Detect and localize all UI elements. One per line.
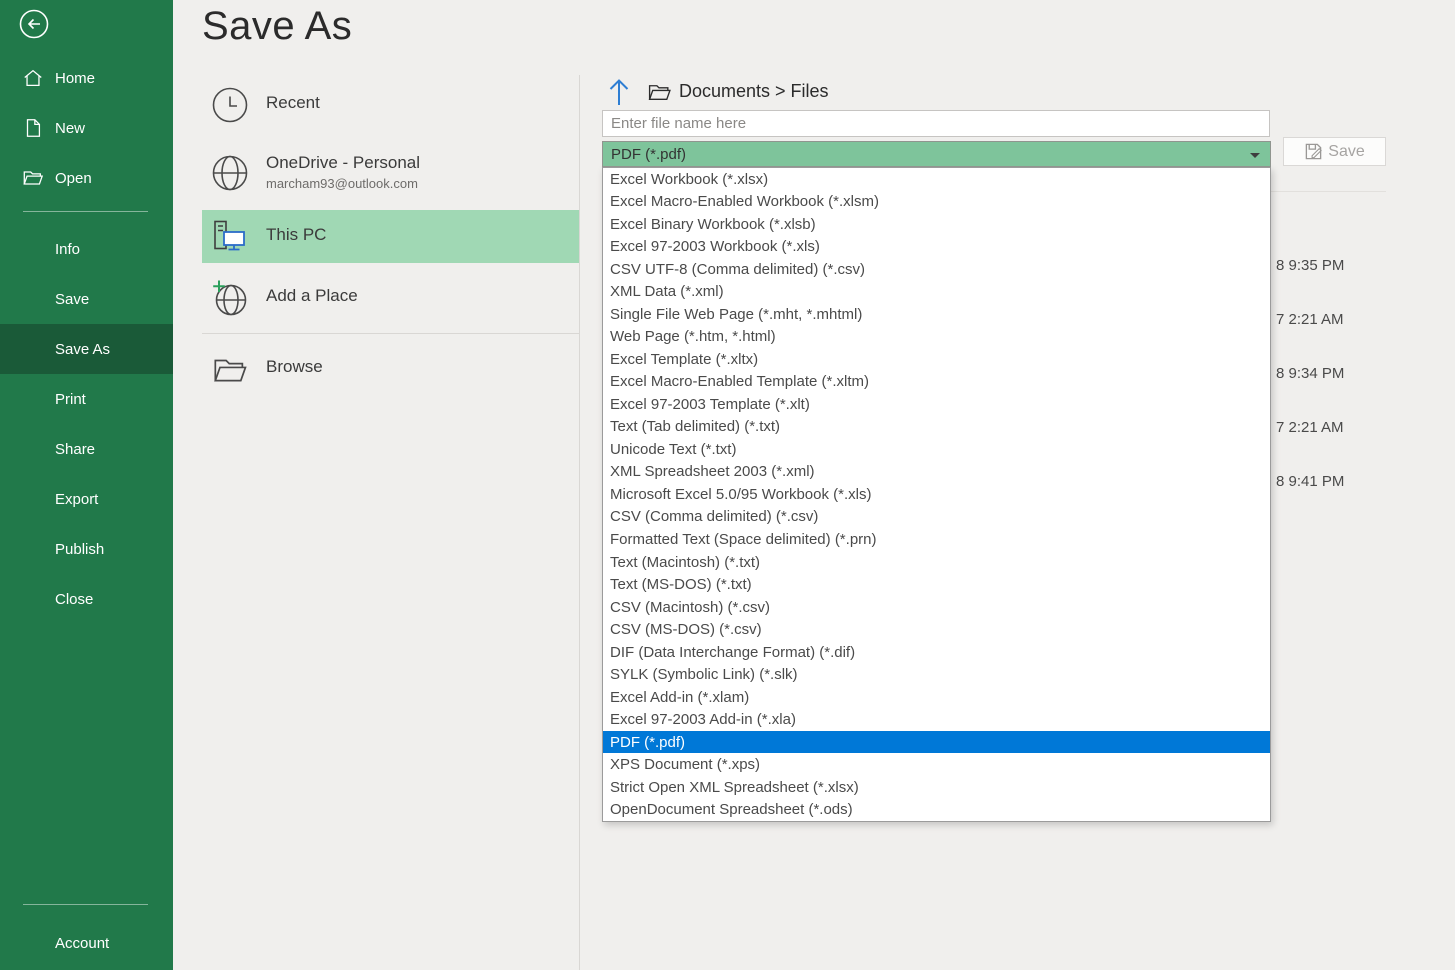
file-modified-time: 8 9:34 PM <box>1276 365 1345 382</box>
filetype-option[interactable]: Excel Template (*.xltx) <box>603 348 1270 371</box>
filetype-option[interactable]: Excel Add-in (*.xlam) <box>603 686 1270 709</box>
location-label: This PC <box>266 225 327 244</box>
filetype-option[interactable]: CSV (Macintosh) (*.csv) <box>603 596 1270 619</box>
filename-input[interactable] <box>602 110 1270 137</box>
save-button[interactable]: Save <box>1283 137 1386 166</box>
save-disk-icon <box>1304 142 1323 161</box>
sidebar-item-save-as[interactable]: Save As <box>0 324 173 374</box>
filetype-option[interactable]: CSV UTF-8 (Comma delimited) (*.csv) <box>603 258 1270 281</box>
up-arrow-icon <box>606 77 632 107</box>
back-button[interactable] <box>18 8 50 40</box>
open-folder-icon <box>22 167 44 189</box>
breadcrumb-folder-icon <box>647 81 672 103</box>
save-button-label: Save <box>1328 142 1365 160</box>
folder-icon <box>211 352 249 386</box>
filetype-option[interactable]: Excel Macro-Enabled Template (*.xltm) <box>603 371 1270 394</box>
file-modified-time: 8 9:41 PM <box>1276 473 1345 490</box>
filetype-option[interactable]: XML Data (*.xml) <box>603 281 1270 304</box>
filetype-option[interactable]: Excel 97-2003 Template (*.xlt) <box>603 393 1270 416</box>
location-add-a-place[interactable]: Add a Place <box>202 271 579 325</box>
filetype-selected-value: PDF (*.pdf) <box>611 145 687 163</box>
file-modified-time: 7 2:21 AM <box>1276 419 1344 436</box>
location-onedrive[interactable]: OneDrive - Personal marcham93@outlook.co… <box>202 143 579 203</box>
filetype-option[interactable]: Single File Web Page (*.mht, *.mhtml) <box>603 303 1270 326</box>
sidebar-item-account[interactable]: Account <box>0 918 173 968</box>
filetype-option[interactable]: XPS Document (*.xps) <box>603 753 1270 776</box>
sidebar-item-open[interactable]: Open <box>0 158 173 198</box>
globe-icon <box>211 154 249 192</box>
location-label: Add a Place <box>266 286 358 305</box>
panel-divider <box>579 75 580 970</box>
sidebar-item-new[interactable]: New <box>0 108 173 148</box>
filetype-option[interactable]: Formatted Text (Space delimited) (*.prn) <box>603 528 1270 551</box>
sidebar-item-export[interactable]: Export <box>0 474 173 524</box>
filetype-option[interactable]: OpenDocument Spreadsheet (*.ods) <box>603 798 1270 821</box>
sidebar-item-close[interactable]: Close <box>0 574 173 624</box>
file-modified-time: 7 2:21 AM <box>1276 311 1344 328</box>
back-arrow-icon <box>18 8 50 40</box>
filetype-option-selected[interactable]: PDF (*.pdf) <box>603 730 1270 754</box>
backstage-sidebar: Home New Open Info Save Save As Print Sh… <box>0 0 173 970</box>
filetype-option[interactable]: Excel Workbook (*.xlsx) <box>603 168 1270 191</box>
clock-icon <box>211 86 249 124</box>
sidebar-item-share[interactable]: Share <box>0 424 173 474</box>
filetype-option[interactable]: CSV (MS-DOS) (*.csv) <box>603 618 1270 641</box>
globe-plus-icon <box>211 279 249 317</box>
location-sublabel: marcham93@outlook.com <box>266 176 418 191</box>
filetype-option[interactable]: Excel 97-2003 Workbook (*.xls) <box>603 236 1270 259</box>
sidebar-item-publish[interactable]: Publish <box>0 524 173 574</box>
breadcrumb[interactable]: Documents > Files <box>679 81 829 102</box>
location-label: Recent <box>266 93 320 112</box>
filetype-option[interactable]: Text (Macintosh) (*.txt) <box>603 551 1270 574</box>
filetype-option[interactable]: SYLK (Symbolic Link) (*.slk) <box>603 663 1270 686</box>
sidebar-divider <box>23 904 148 905</box>
filetype-dropdown-toggle[interactable]: PDF (*.pdf) <box>602 141 1271 167</box>
filetype-option[interactable]: Text (Tab delimited) (*.txt) <box>603 416 1270 439</box>
new-document-icon <box>22 117 44 139</box>
location-label: OneDrive - Personal <box>266 153 421 172</box>
sidebar-item-label: New <box>55 119 86 137</box>
locations-divider <box>202 333 579 334</box>
filetype-option[interactable]: Excel 97-2003 Add-in (*.xla) <box>603 708 1270 731</box>
filetype-option[interactable]: Excel Macro-Enabled Workbook (*.xlsm) <box>603 191 1270 214</box>
location-this-pc[interactable]: This PC <box>202 210 579 263</box>
chevron-down-icon <box>1250 153 1260 158</box>
page-title: Save As <box>202 4 353 48</box>
file-modified-time: 8 9:35 PM <box>1276 257 1345 274</box>
sidebar-item-label: Home <box>55 69 96 87</box>
filetype-option[interactable]: DIF (Data Interchange Format) (*.dif) <box>603 641 1270 664</box>
filetype-option[interactable]: XML Spreadsheet 2003 (*.xml) <box>603 461 1270 484</box>
home-icon <box>22 67 44 89</box>
sidebar-divider <box>23 211 148 212</box>
filetype-option[interactable]: Unicode Text (*.txt) <box>603 438 1270 461</box>
sidebar-item-save[interactable]: Save <box>0 274 173 324</box>
filetype-dropdown-list: Excel Workbook (*.xlsx) Excel Macro-Enab… <box>602 167 1271 822</box>
filetype-option[interactable]: Excel Binary Workbook (*.xlsb) <box>603 213 1270 236</box>
sidebar-item-home[interactable]: Home <box>0 58 173 98</box>
filetype-option[interactable]: Web Page (*.htm, *.html) <box>603 326 1270 349</box>
filetype-option[interactable]: CSV (Comma delimited) (*.csv) <box>603 506 1270 529</box>
location-recent[interactable]: Recent <box>202 80 579 130</box>
location-browse[interactable]: Browse <box>202 341 579 397</box>
location-label: Browse <box>266 357 323 376</box>
sidebar-item-print[interactable]: Print <box>0 374 173 424</box>
filetype-option[interactable]: Text (MS-DOS) (*.txt) <box>603 573 1270 596</box>
sidebar-item-info[interactable]: Info <box>0 224 173 274</box>
navigate-up-button[interactable] <box>606 77 632 107</box>
filetype-option[interactable]: Microsoft Excel 5.0/95 Workbook (*.xls) <box>603 483 1270 506</box>
filetype-option[interactable]: Strict Open XML Spreadsheet (*.xlsx) <box>603 776 1270 799</box>
sidebar-item-label: Open <box>55 169 92 187</box>
pc-icon <box>211 219 249 255</box>
